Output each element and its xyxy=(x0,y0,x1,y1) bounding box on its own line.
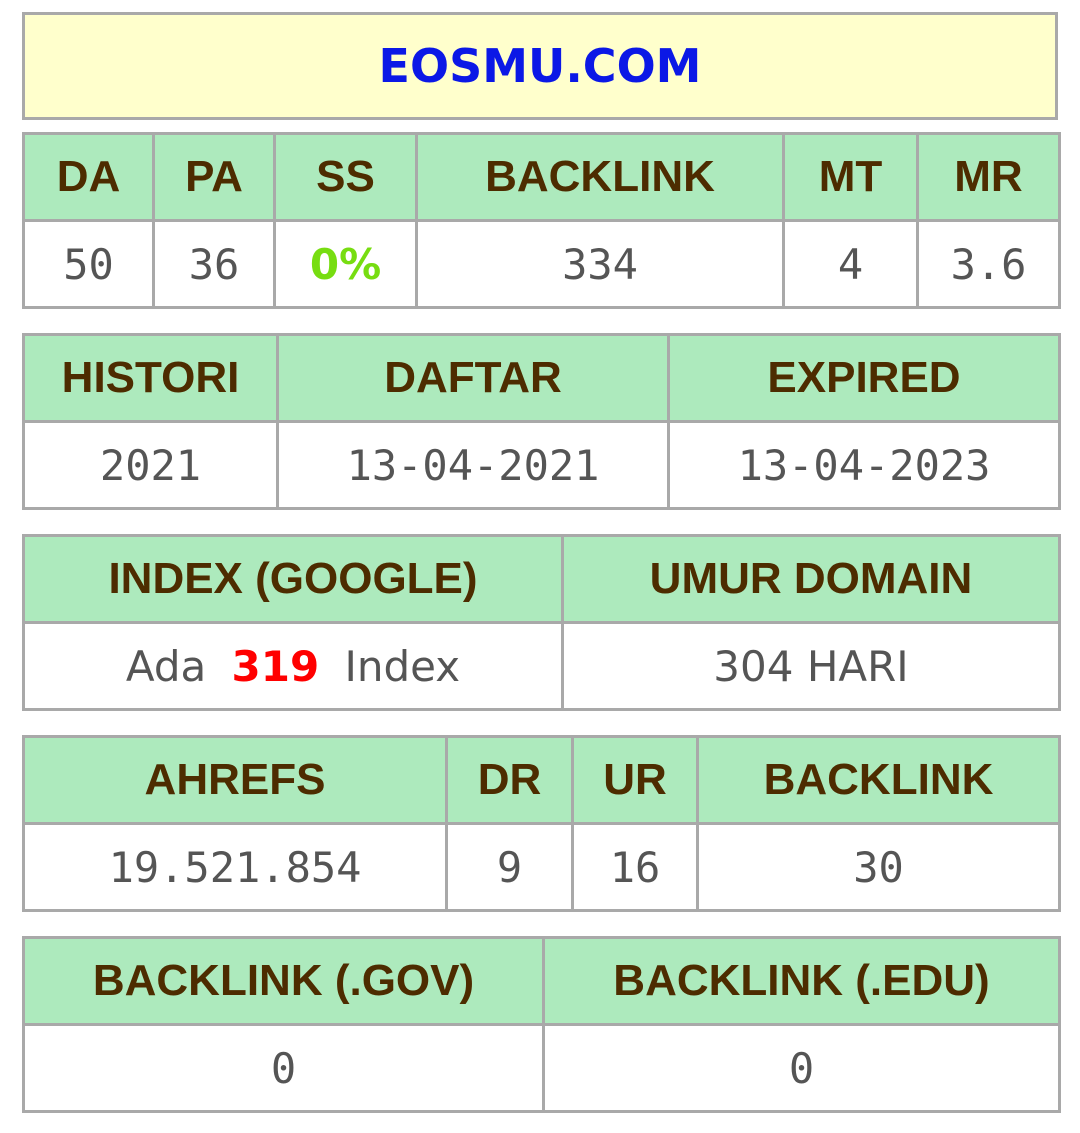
domain-history-table: HISTORI DAFTAR EXPIRED 2021 13-04-2021 1… xyxy=(22,333,1061,510)
header-ahrefs: AHREFS xyxy=(22,735,448,825)
header-daftar: DAFTAR xyxy=(276,333,670,423)
value-mr: 3.6 xyxy=(916,219,1061,309)
index-value-row: Ada 319 Index 304 HARI xyxy=(22,621,1061,711)
value-backlink: 334 xyxy=(415,219,785,309)
special-value-row: 0 0 xyxy=(22,1023,1061,1113)
value-mt: 4 xyxy=(782,219,919,309)
value-ss-cell: 0% xyxy=(273,219,418,309)
header-expired: EXPIRED xyxy=(667,333,1061,423)
special-backlinks-table: BACKLINK (.GOV) BACKLINK (.EDU) 0 0 xyxy=(22,936,1061,1113)
header-backlink: BACKLINK xyxy=(415,132,785,222)
domain-value-row: 2021 13-04-2021 13-04-2023 xyxy=(22,420,1061,510)
index-count: 319 xyxy=(231,641,320,691)
site-title-box: EOSMU.COM xyxy=(22,12,1058,120)
value-daftar: 13-04-2021 xyxy=(276,420,670,510)
umur-domain-text: 304 HARI xyxy=(713,641,909,691)
site-title: EOSMU.COM xyxy=(378,39,702,93)
moz-metrics-table: DA PA SS BACKLINK MT MR 50 36 0% 334 4 3… xyxy=(22,132,1061,309)
value-ahrefs-backlink: 30 xyxy=(696,822,1061,912)
header-pa: PA xyxy=(152,132,276,222)
value-pa: 36 xyxy=(152,219,276,309)
value-ur: 16 xyxy=(571,822,699,912)
header-dr: DR xyxy=(445,735,574,825)
moz-value-row: 50 36 0% 334 4 3.6 xyxy=(22,219,1061,309)
value-dr: 9 xyxy=(445,822,574,912)
header-backlink-gov: BACKLINK (.GOV) xyxy=(22,936,545,1026)
header-histori: HISTORI xyxy=(22,333,279,423)
value-expired: 13-04-2023 xyxy=(667,420,1061,510)
value-ahrefs-rank: 19.521.854 xyxy=(22,822,448,912)
domain-header-row: HISTORI DAFTAR EXPIRED xyxy=(22,333,1061,423)
value-index-cell: Ada 319 Index xyxy=(22,621,564,711)
header-da: DA xyxy=(22,132,155,222)
header-ahrefs-backlink: BACKLINK xyxy=(696,735,1061,825)
index-suffix: Index xyxy=(344,641,461,691)
value-backlink-edu: 0 xyxy=(542,1023,1061,1113)
ahrefs-value-row: 19.521.854 9 16 30 xyxy=(22,822,1061,912)
value-histori: 2021 xyxy=(22,420,279,510)
header-backlink-edu: BACKLINK (.EDU) xyxy=(542,936,1061,1026)
header-ur: UR xyxy=(571,735,699,825)
value-da: 50 xyxy=(22,219,155,309)
index-header-row: INDEX (GOOGLE) UMUR DOMAIN xyxy=(22,534,1061,624)
header-ss: SS xyxy=(273,132,418,222)
value-ss: 0% xyxy=(309,239,382,289)
index-prefix: Ada xyxy=(125,641,207,691)
moz-header-row: DA PA SS BACKLINK MT MR xyxy=(22,132,1061,222)
header-umur-domain: UMUR DOMAIN xyxy=(561,534,1061,624)
special-header-row: BACKLINK (.GOV) BACKLINK (.EDU) xyxy=(22,936,1061,1026)
index-age-table: INDEX (GOOGLE) UMUR DOMAIN Ada 319 Index… xyxy=(22,534,1061,711)
header-mr: MR xyxy=(916,132,1061,222)
header-index-google: INDEX (GOOGLE) xyxy=(22,534,564,624)
value-backlink-gov: 0 xyxy=(22,1023,545,1113)
value-umur-domain: 304 HARI xyxy=(561,621,1061,711)
ahrefs-header-row: AHREFS DR UR BACKLINK xyxy=(22,735,1061,825)
ahrefs-table: AHREFS DR UR BACKLINK 19.521.854 9 16 30 xyxy=(22,735,1061,912)
header-mt: MT xyxy=(782,132,919,222)
